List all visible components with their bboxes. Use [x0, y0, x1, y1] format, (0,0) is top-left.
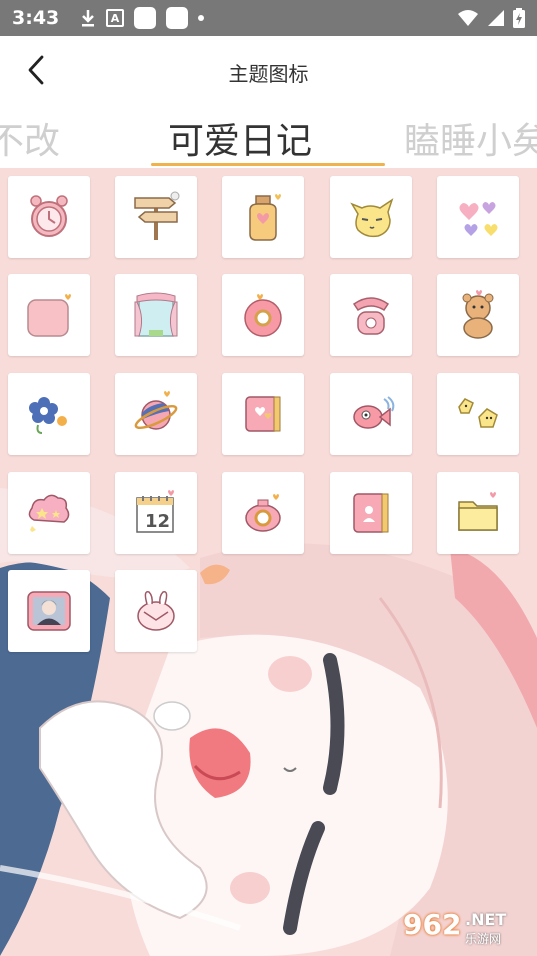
icon-tile[interactable]: [330, 373, 412, 455]
icon-tile[interactable]: [222, 373, 304, 455]
icon-tile[interactable]: [330, 176, 412, 258]
cloud-stars-icon: [28, 494, 70, 532]
watermark-net: .NET: [465, 910, 507, 929]
cat-face-icon: [350, 198, 394, 238]
contact-book-icon: [353, 493, 389, 533]
icon-tile[interactable]: [222, 274, 304, 356]
fish-icon: [353, 396, 395, 429]
page-title: 主题图标: [228, 62, 309, 86]
icon-tile[interactable]: [437, 472, 519, 554]
status-icons-left: A: [80, 7, 204, 29]
app-a-icon: A: [106, 9, 124, 27]
folder-icon: [458, 492, 498, 531]
icon-tile[interactable]: [330, 274, 412, 356]
telephone-icon: [352, 297, 390, 335]
flower-icon: [29, 397, 67, 434]
header: 主题图标: [0, 36, 537, 106]
icon-tile[interactable]: [222, 176, 304, 258]
signpost-icon: [134, 191, 180, 240]
icon-tile[interactable]: 12: [115, 472, 197, 554]
bear-icon: [462, 290, 494, 339]
pink-square-icon: [27, 294, 71, 337]
watermark-number: 962: [403, 908, 462, 941]
icon-tile[interactable]: [115, 570, 197, 652]
tab-next[interactable]: 瞌睡小矣: [404, 112, 537, 164]
icon-tile[interactable]: [222, 472, 304, 554]
wifi-icon: [458, 10, 478, 26]
white-square-icon: [166, 7, 188, 29]
signal-icon: [488, 10, 504, 26]
jar-icon: [249, 194, 281, 241]
dot-icon: [198, 15, 204, 21]
white-square-icon: [134, 7, 156, 29]
status-icons-right: [457, 8, 525, 28]
watermark-sub: 乐游网: [465, 932, 502, 946]
bunny-mail-icon: [137, 591, 175, 631]
icon-tile[interactable]: [437, 274, 519, 356]
planet-icon: [134, 391, 178, 430]
theme-tabs: 心不改 可爱日记 瞌睡小矣: [0, 106, 537, 168]
donut-icon: [244, 294, 282, 337]
icon-tile[interactable]: [115, 274, 197, 356]
icon-tile[interactable]: [8, 570, 90, 652]
tab-active[interactable]: 可爱日记: [168, 112, 312, 164]
icon-tile[interactable]: [8, 373, 90, 455]
notebook-icon: [245, 396, 281, 432]
alarm-clock-icon: [30, 195, 68, 237]
icon-tile[interactable]: [8, 472, 90, 554]
icon-tile[interactable]: [115, 176, 197, 258]
svg-text:12: 12: [145, 511, 170, 532]
window-curtain-icon: [134, 292, 178, 337]
calendar-icon: 12: [136, 490, 174, 533]
status-bar: 3:43 A: [0, 0, 537, 36]
icon-tile[interactable]: [115, 373, 197, 455]
tab-prev[interactable]: 心不改: [0, 112, 60, 164]
battery-icon: [513, 8, 525, 28]
icon-tile[interactable]: [8, 176, 90, 258]
icon-tile[interactable]: [8, 274, 90, 356]
icon-tile[interactable]: [330, 472, 412, 554]
photo-portrait-icon: [27, 591, 71, 631]
tab-active-underline: [151, 163, 385, 166]
status-time: 3:43: [12, 7, 60, 29]
icon-tile[interactable]: [437, 176, 519, 258]
chicks-icon: [458, 398, 498, 428]
download-icon: [82, 10, 94, 27]
icon-tile[interactable]: [437, 373, 519, 455]
watermark-logo: 962 .NET 乐游网: [399, 906, 527, 950]
camera-icon: [245, 494, 281, 532]
hearts-icon: [459, 202, 498, 236]
